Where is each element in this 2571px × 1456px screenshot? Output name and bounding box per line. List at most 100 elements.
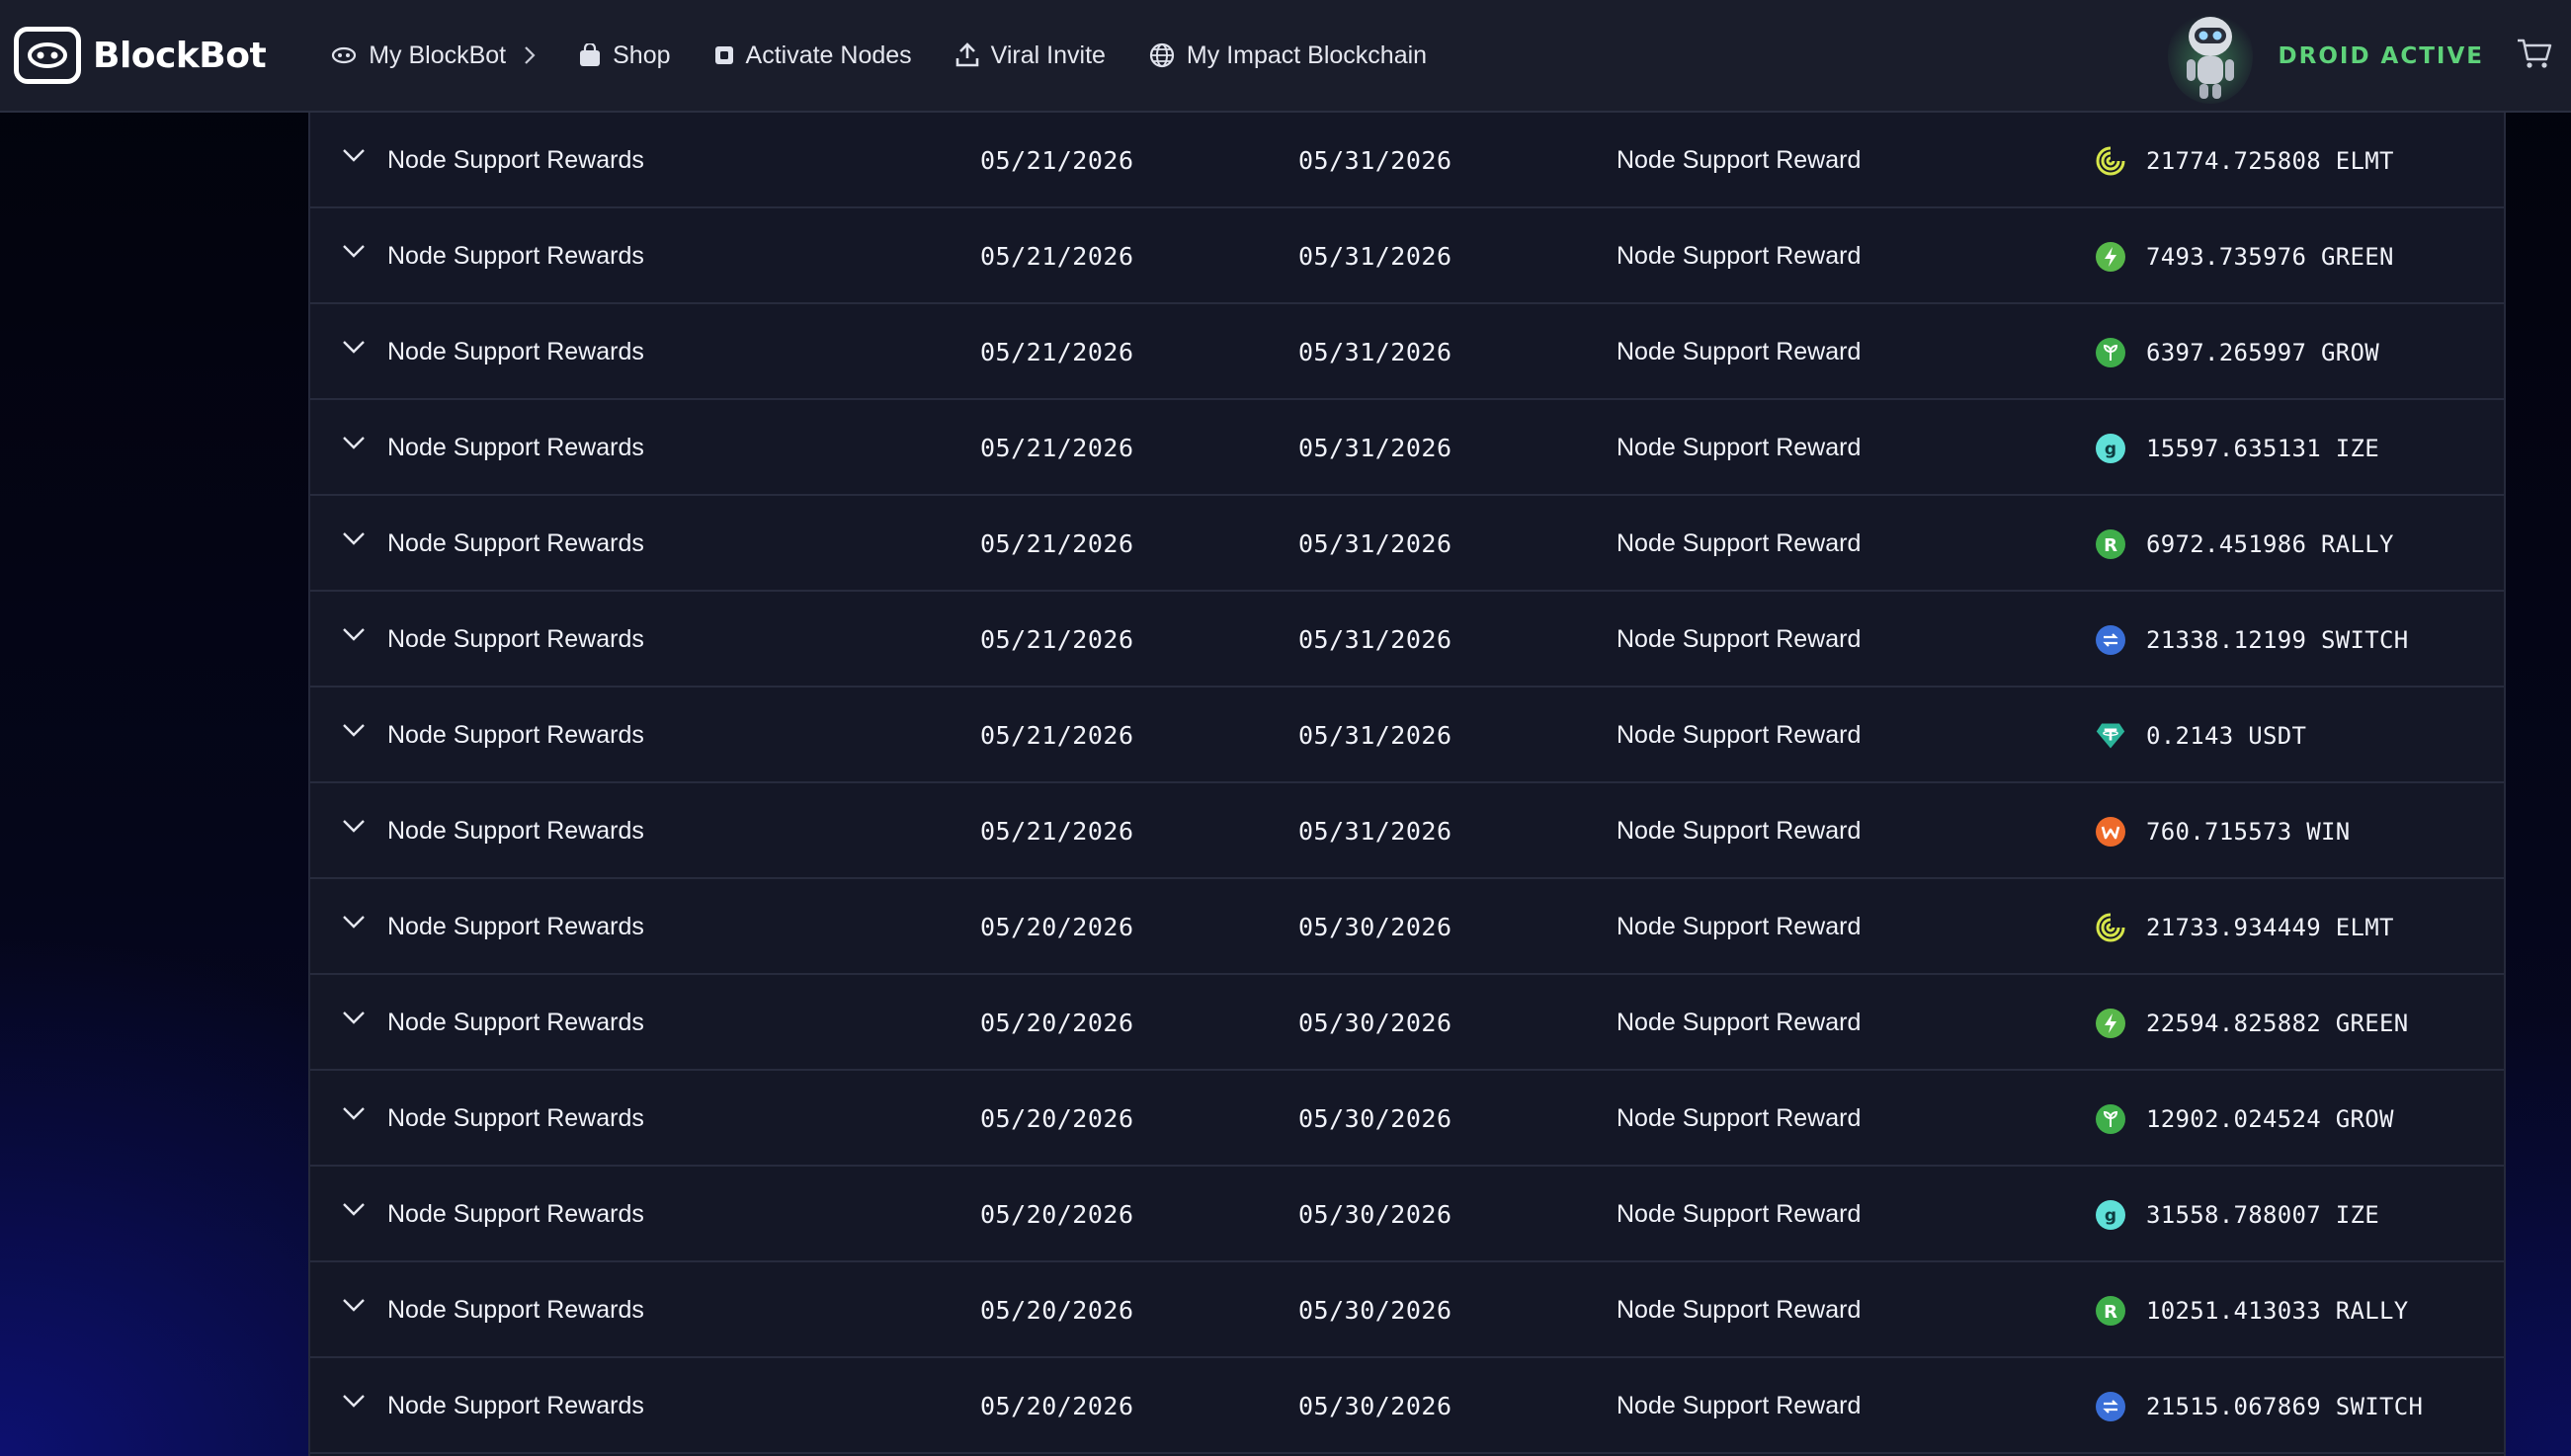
svg-text:g: g bbox=[2105, 440, 2116, 459]
main-nav: My BlockBot Shop Activate Nodes Viral In… bbox=[331, 41, 1470, 70]
robot-icon bbox=[2186, 17, 2234, 99]
reward-name: Node Support Rewards bbox=[387, 913, 644, 940]
amount-value: 760.715573 WIN bbox=[2146, 817, 2351, 846]
nav-label: Shop bbox=[613, 40, 671, 69]
table-row[interactable]: Node Support Rewards 05/20/2026 05/30/2026… bbox=[310, 975, 2504, 1071]
table-row[interactable]: Node Support Rewards 05/21/2026 05/31/2026… bbox=[310, 400, 2504, 496]
end-date: 05/31/2026 bbox=[1298, 146, 1452, 175]
reward-amount: 12902.024524 GROW bbox=[2095, 1071, 2394, 1167]
droid-status: DROID ACTIVE bbox=[2278, 43, 2484, 69]
table-row[interactable]: Node Support Rewards 05/21/2026 05/31/2026… bbox=[310, 208, 2504, 304]
nav-activate-nodes[interactable]: Activate Nodes bbox=[714, 41, 912, 70]
reward-type: Node Support Reward bbox=[1617, 338, 1862, 365]
chevron-down-icon[interactable] bbox=[342, 244, 366, 258]
chevron-down-icon[interactable] bbox=[342, 627, 366, 641]
nav-viral-invite[interactable]: Viral Invite bbox=[955, 41, 1106, 70]
chevron-down-icon[interactable] bbox=[342, 436, 366, 449]
reward-amount: g 15597.635131 IZE bbox=[2095, 400, 2379, 496]
usdt-token-icon bbox=[2095, 720, 2126, 752]
table-row[interactable]: Node Support Rewards 05/20/2026 05/30/2026… bbox=[310, 879, 2504, 975]
reward-name: Node Support Rewards bbox=[387, 817, 644, 845]
start-date: 05/20/2026 bbox=[980, 1296, 1134, 1325]
table-row[interactable]: Node Support Rewards 05/20/2026 05/30/2026… bbox=[310, 1262, 2504, 1358]
table-row[interactable]: Node Support Rewards 05/21/2026 05/31/2026… bbox=[310, 688, 2504, 783]
chevron-down-icon[interactable] bbox=[342, 1106, 366, 1120]
green-token-icon bbox=[2095, 1008, 2126, 1039]
reward-type: Node Support Reward bbox=[1617, 1200, 1862, 1228]
start-date: 05/21/2026 bbox=[980, 721, 1134, 750]
table-row[interactable]: Node Support Rewards 05/21/2026 05/31/2026… bbox=[310, 496, 2504, 592]
table-row[interactable]: Node Support Rewards 05/20/2026 05/30/2026… bbox=[310, 1167, 2504, 1262]
reward-name: Node Support Rewards bbox=[387, 529, 644, 557]
cart-button[interactable] bbox=[2516, 38, 2553, 76]
amount-value: 6972.451986 RALLY bbox=[2146, 529, 2394, 558]
reward-name: Node Support Rewards bbox=[387, 338, 644, 365]
win-token-icon bbox=[2095, 816, 2126, 848]
end-date: 05/30/2026 bbox=[1298, 1392, 1452, 1420]
reward-amount: 22594.825882 GREEN bbox=[2095, 975, 2409, 1071]
chevron-down-icon[interactable] bbox=[342, 915, 366, 929]
nav-label: My BlockBot bbox=[369, 40, 507, 69]
brand-name: BlockBot bbox=[93, 35, 267, 76]
chevron-down-icon[interactable] bbox=[342, 148, 366, 162]
chevron-down-icon[interactable] bbox=[342, 723, 366, 737]
table-row[interactable]: Node Support Rewards 05/20/2026 05/30/2026… bbox=[310, 1358, 2504, 1454]
start-date: 05/20/2026 bbox=[980, 1104, 1134, 1133]
reward-amount: R 10251.413033 RALLY bbox=[2095, 1262, 2409, 1358]
amount-value: 15597.635131 IZE bbox=[2146, 434, 2379, 462]
amount-value: 7493.735976 GREEN bbox=[2146, 242, 2394, 271]
end-date: 05/31/2026 bbox=[1298, 625, 1452, 654]
end-date: 05/31/2026 bbox=[1298, 817, 1452, 846]
amount-value: 21515.067869 SWITCH bbox=[2146, 1392, 2424, 1420]
chevron-down-icon[interactable] bbox=[342, 1298, 366, 1312]
elmt-token-icon bbox=[2095, 145, 2126, 177]
chevron-down-icon[interactable] bbox=[342, 531, 366, 545]
end-date: 05/30/2026 bbox=[1298, 1200, 1452, 1229]
cart-icon bbox=[2518, 39, 2552, 68]
reward-name: Node Support Rewards bbox=[387, 1296, 644, 1324]
reward-type: Node Support Reward bbox=[1617, 146, 1862, 174]
amount-value: 21733.934449 ELMT bbox=[2146, 913, 2394, 941]
nav-shop[interactable]: Shop bbox=[579, 40, 671, 70]
reward-type: Node Support Reward bbox=[1617, 1296, 1862, 1324]
switch-token-icon bbox=[2095, 1391, 2126, 1422]
amount-value: 12902.024524 GROW bbox=[2146, 1104, 2394, 1133]
droid-avatar[interactable] bbox=[2167, 9, 2253, 104]
table-row[interactable]: Node Support Rewards 05/21/2026 05/31/2026… bbox=[310, 304, 2504, 400]
nav-my-impact-blockchain[interactable]: My Impact Blockchain bbox=[1149, 41, 1427, 70]
end-date: 05/30/2026 bbox=[1298, 913, 1452, 941]
chevron-down-icon[interactable] bbox=[342, 1394, 366, 1408]
nav-label: My Impact Blockchain bbox=[1186, 40, 1428, 69]
reward-name: Node Support Rewards bbox=[387, 434, 644, 461]
reward-amount: 0.2143 USDT bbox=[2095, 688, 2306, 783]
reward-amount: 760.715573 WIN bbox=[2095, 783, 2351, 879]
table-row[interactable]: Node Support Rewards 05/21/2026 05/31/2026… bbox=[310, 113, 2504, 208]
table-row[interactable]: Node Support Rewards 05/21/2026 05/31/2026… bbox=[310, 783, 2504, 879]
chevron-right-icon bbox=[525, 46, 536, 64]
start-date: 05/21/2026 bbox=[980, 529, 1134, 558]
brand-logo[interactable]: BlockBot bbox=[14, 27, 267, 84]
chevron-down-icon[interactable] bbox=[342, 340, 366, 354]
reward-amount: 21733.934449 ELMT bbox=[2095, 879, 2394, 975]
start-date: 05/21/2026 bbox=[980, 434, 1134, 462]
reward-type: Node Support Reward bbox=[1617, 721, 1862, 749]
chevron-down-icon[interactable] bbox=[342, 819, 366, 833]
reward-name: Node Support Rewards bbox=[387, 1104, 644, 1132]
reward-name: Node Support Rewards bbox=[387, 146, 644, 174]
ize-token-icon: g bbox=[2095, 1199, 2126, 1231]
nav-label: Viral Invite bbox=[990, 40, 1106, 69]
rewards-table: Node Support Rewards 05/21/2026 05/31/2026… bbox=[308, 113, 2506, 1456]
nav-my-blockbot[interactable]: My BlockBot bbox=[331, 41, 536, 70]
reward-amount: 7493.735976 GREEN bbox=[2095, 208, 2394, 304]
table-row[interactable]: Node Support Rewards 05/20/2026 05/30/2026… bbox=[310, 1071, 2504, 1167]
reward-type: Node Support Reward bbox=[1617, 1392, 1862, 1419]
eye-icon bbox=[332, 46, 357, 64]
chevron-down-icon[interactable] bbox=[342, 1202, 366, 1216]
start-date: 05/20/2026 bbox=[980, 1392, 1134, 1420]
chevron-down-icon[interactable] bbox=[342, 1011, 366, 1024]
upload-share-icon bbox=[955, 42, 978, 67]
table-row[interactable]: Node Support Rewards 05/21/2026 05/31/2026… bbox=[310, 592, 2504, 688]
reward-amount: 21338.12199 SWITCH bbox=[2095, 592, 2409, 688]
end-date: 05/31/2026 bbox=[1298, 529, 1452, 558]
reward-type: Node Support Reward bbox=[1617, 913, 1862, 940]
